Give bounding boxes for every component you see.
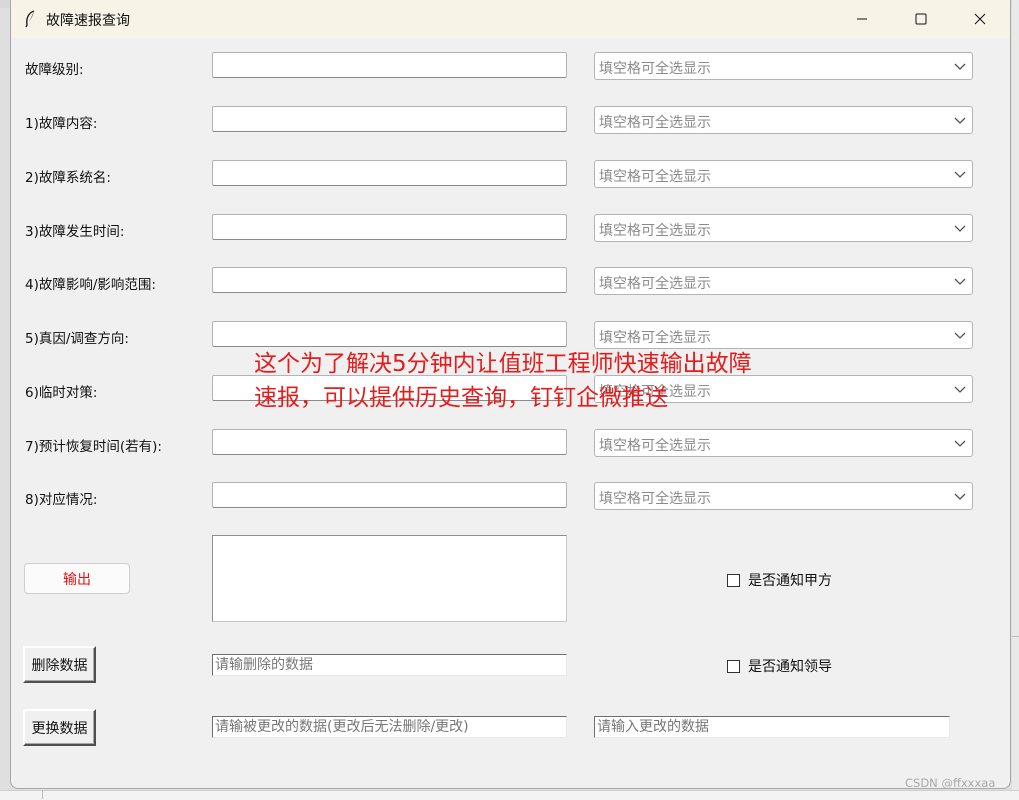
background-window-edge (1012, 0, 1019, 799)
fault-level-combo[interactable]: 填空格可全选显示 (594, 52, 973, 80)
notify-client-checkbox[interactable] (727, 573, 740, 587)
label-fault-level: 故障级别: (25, 62, 84, 78)
combo-placeholder: 填空格可全选显示 (599, 115, 711, 131)
recovery-time-combo[interactable]: 填空格可全选显示 (594, 429, 973, 457)
minimize-button[interactable] (833, 0, 891, 38)
maximize-button[interactable] (892, 0, 950, 38)
fault-content-combo[interactable]: 填空格可全选显示 (594, 106, 973, 134)
window-title: 故障速报查询 (46, 13, 130, 29)
impact-scope-combo[interactable]: 填空格可全选显示 (594, 267, 973, 295)
fault-level-input[interactable] (212, 52, 567, 78)
combo-placeholder: 填空格可全选显示 (599, 491, 711, 507)
notify-leader-checkbox[interactable] (727, 659, 740, 673)
chevron-down-icon (954, 225, 966, 232)
delete-data-input[interactable] (212, 654, 567, 676)
title-bar[interactable]: 故障速报查询 (11, 0, 1010, 38)
feather-icon (25, 10, 35, 28)
response-status-input[interactable] (212, 482, 567, 508)
replace-new-data-input[interactable] (594, 716, 950, 738)
combo-placeholder: 填空格可全选显示 (599, 223, 711, 239)
chevron-down-icon (954, 493, 966, 500)
label-fault-content: 1)故障内容: (25, 116, 98, 132)
chevron-down-icon (954, 63, 966, 70)
root-cause-input[interactable] (212, 321, 567, 347)
delete-data-button[interactable]: 删除数据 (23, 646, 96, 683)
chevron-down-icon (954, 278, 966, 285)
occur-time-combo[interactable]: 填空格可全选显示 (594, 214, 973, 242)
app-window: 故障速报查询 故障级别: 填空格可全选显示 1)故障内容: 填空格可全选显示 2… (10, 0, 1011, 789)
combo-placeholder: 填空格可全选显示 (599, 330, 711, 346)
combo-placeholder: 填空格可全选显示 (599, 276, 711, 292)
combo-placeholder: 填空格可全选显示 (599, 438, 711, 454)
notify-leader-label: 是否通知领导 (748, 659, 832, 675)
annotation-line-2: 速报，可以提供历史查询，钉钉企微推送 (254, 385, 668, 411)
label-response-status: 8)对应情况: (25, 492, 98, 508)
label-impact-scope: 4)故障影响/影响范围: (25, 277, 156, 293)
csdn-watermark: CSDN @ffxxxaa (905, 776, 996, 790)
output-button[interactable]: 输出 (24, 563, 130, 594)
combo-placeholder: 填空格可全选显示 (599, 169, 711, 185)
chevron-down-icon (954, 117, 966, 124)
response-status-combo[interactable]: 填空格可全选显示 (594, 482, 973, 510)
annotation-line-1: 这个为了解决5分钟内让值班工程师快速输出故障 (254, 351, 752, 377)
red-annotation-text: 这个为了解决5分钟内让值班工程师快速输出故障 速报，可以提供历史查询，钉钉企微推… (254, 347, 854, 415)
replace-data-button[interactable]: 更换数据 (23, 709, 96, 746)
replace-old-data-input[interactable] (212, 716, 567, 738)
minimize-icon (857, 18, 867, 20)
maximize-icon (915, 13, 927, 25)
background-separator (42, 790, 43, 799)
label-system-name: 2)故障系统名: (25, 170, 111, 186)
close-button[interactable] (951, 0, 1009, 38)
chevron-down-icon (954, 440, 966, 447)
fault-content-input[interactable] (212, 106, 567, 132)
notify-leader-option[interactable]: 是否通知领导 (727, 656, 832, 676)
notify-client-label: 是否通知甲方 (748, 573, 832, 589)
output-text-area[interactable] (212, 535, 567, 622)
label-root-cause: 5)真因/调查方向: (25, 331, 129, 347)
notify-client-option[interactable]: 是否通知甲方 (727, 570, 832, 590)
chevron-down-icon (954, 332, 966, 339)
system-name-combo[interactable]: 填空格可全选显示 (594, 160, 973, 188)
chevron-down-icon (954, 171, 966, 178)
system-name-input[interactable] (212, 160, 567, 186)
impact-scope-input[interactable] (212, 267, 567, 293)
combo-placeholder: 填空格可全选显示 (599, 61, 711, 77)
label-recovery-time: 7)预计恢复时间(若有): (25, 439, 162, 455)
occur-time-input[interactable] (212, 214, 567, 240)
label-occur-time: 3)故障发生时间: (25, 224, 125, 240)
chevron-down-icon (954, 386, 966, 393)
background-divider (1012, 636, 1019, 637)
close-icon (974, 13, 986, 25)
label-temp-measure: 6)临时对策: (25, 385, 98, 401)
root-cause-combo[interactable]: 填空格可全选显示 (594, 321, 973, 349)
recovery-time-input[interactable] (212, 429, 567, 455)
